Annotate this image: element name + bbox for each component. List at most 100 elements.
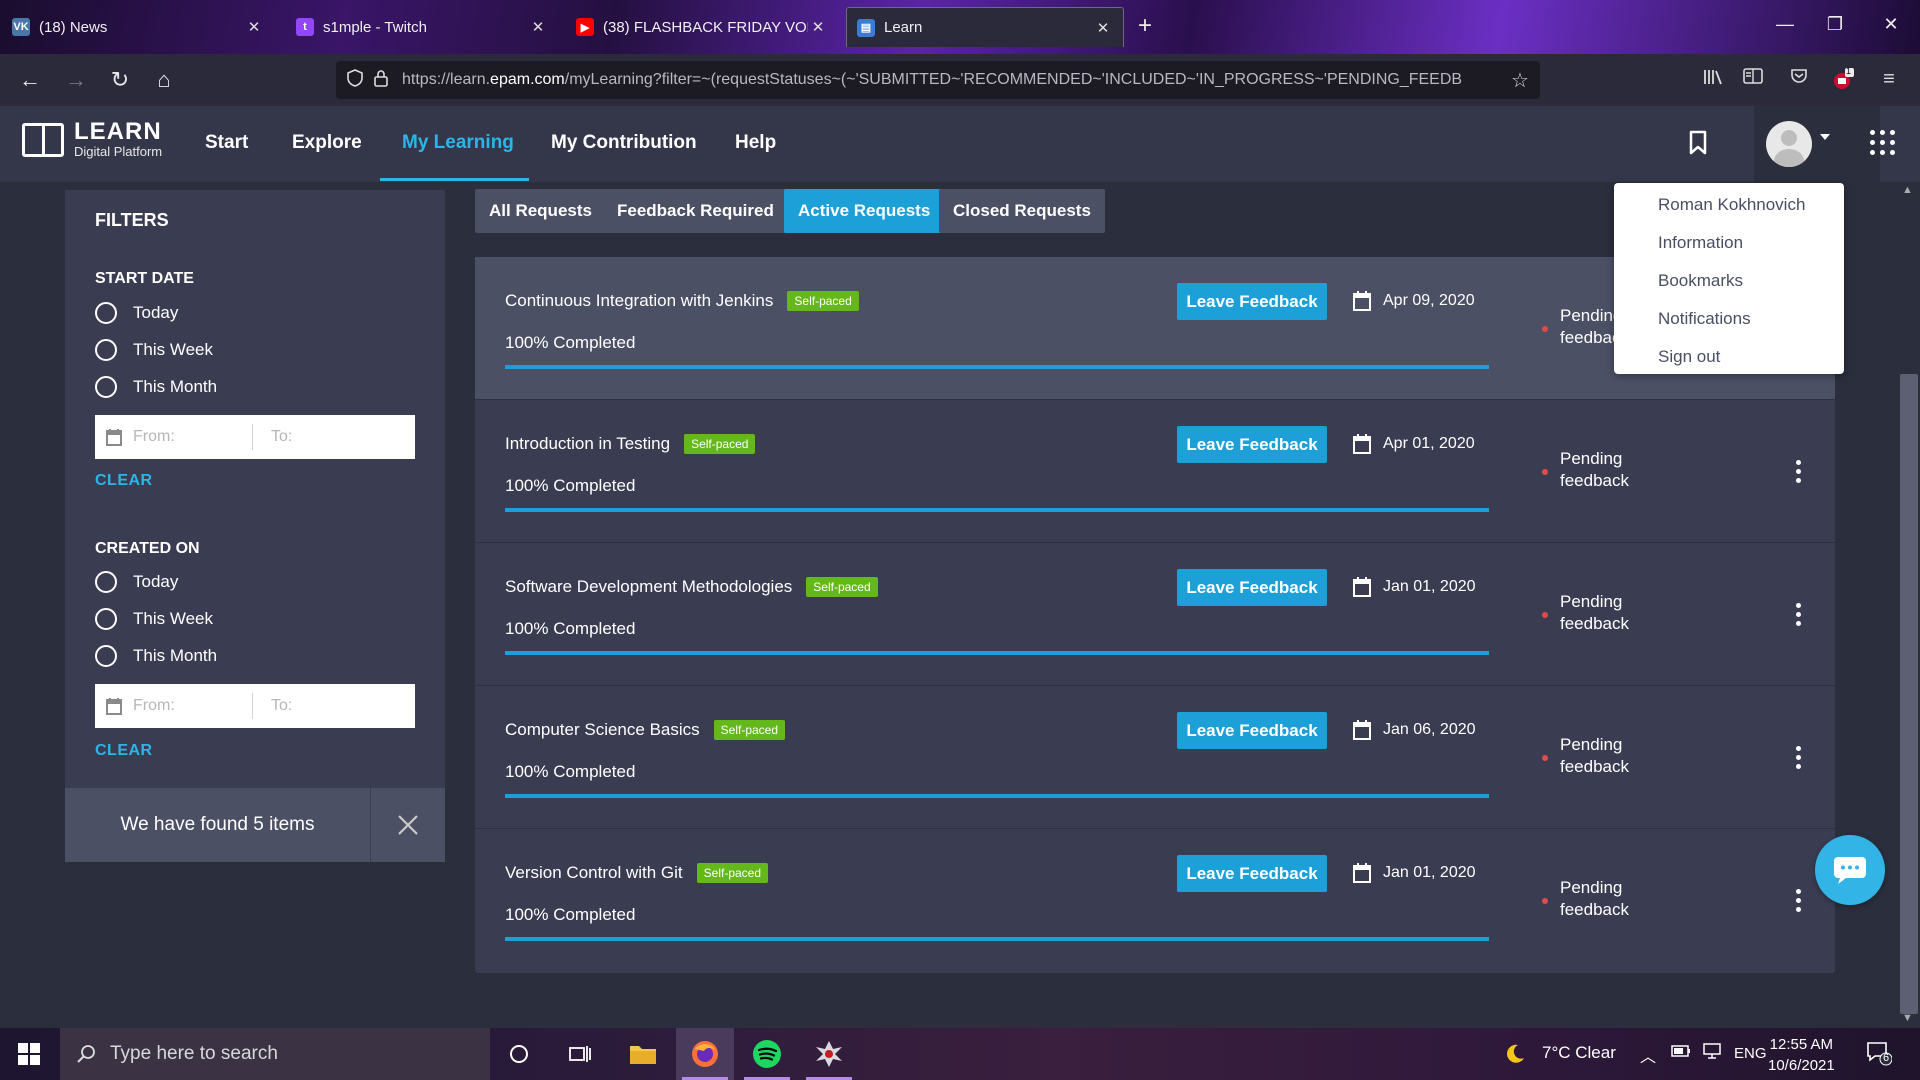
start-date-to-input[interactable]: To: xyxy=(253,428,292,446)
start-date-clear-link[interactable]: CLEAR xyxy=(95,472,153,490)
course-title[interactable]: Introduction in Testing xyxy=(505,434,670,454)
learn-logo[interactable]: LEARN Digital Platform xyxy=(22,120,162,159)
created-on-clear-link[interactable]: CLEAR xyxy=(95,742,153,760)
scrollbar-thumb[interactable] xyxy=(1900,374,1918,1014)
leave-feedback-button[interactable]: Leave Feedback xyxy=(1177,283,1327,320)
close-window-icon[interactable]: ✕ xyxy=(1876,14,1906,35)
chat-icon xyxy=(1834,857,1866,884)
new-tab-button[interactable]: + xyxy=(1138,12,1152,40)
start-date-this-week-radio[interactable]: This Week xyxy=(95,339,213,361)
more-options-icon[interactable] xyxy=(1796,460,1802,487)
weather-moon-icon[interactable] xyxy=(1504,1043,1526,1070)
minimize-icon[interactable]: — xyxy=(1770,14,1800,35)
more-options-icon[interactable] xyxy=(1796,889,1802,916)
leave-feedback-button[interactable]: Leave Feedback xyxy=(1177,569,1327,606)
created-on-to-input[interactable]: To: xyxy=(253,697,292,715)
notification-center-icon[interactable]: 6 xyxy=(1866,1040,1893,1071)
chat-button[interactable] xyxy=(1815,835,1885,905)
leave-feedback-button[interactable]: Leave Feedback xyxy=(1177,712,1327,749)
tab-active-requests[interactable]: Active Requests xyxy=(784,189,945,233)
library-icon[interactable] xyxy=(1700,68,1726,91)
start-date-this-month-radio[interactable]: This Month xyxy=(95,376,217,398)
avatar[interactable] xyxy=(1766,121,1812,167)
tab-all-requests[interactable]: All Requests xyxy=(475,189,606,233)
bookmark-icon[interactable] xyxy=(1688,130,1708,161)
more-options-icon[interactable] xyxy=(1796,603,1802,630)
home-icon[interactable]: ⌂ xyxy=(150,66,178,94)
pocket-icon[interactable] xyxy=(1786,68,1812,89)
request-row[interactable]: Computer Science Basics Self-paced 100% C… xyxy=(475,686,1835,829)
leave-feedback-button[interactable]: Leave Feedback xyxy=(1177,426,1327,463)
page-scrollbar[interactable]: ▲ ▼ xyxy=(1898,182,1920,1028)
system-clock[interactable]: 12:55 AM 10/6/2021 xyxy=(1768,1034,1835,1076)
start-date-from-input[interactable]: From: xyxy=(133,424,253,450)
menu-item-notifications[interactable]: Notifications xyxy=(1614,303,1844,341)
task-view-icon[interactable] xyxy=(551,1028,609,1080)
restore-icon[interactable]: ❐ xyxy=(1820,14,1850,35)
course-title[interactable]: Version Control with Git xyxy=(505,863,683,883)
browser-tab-learn[interactable]: ▤ Learn ✕ xyxy=(846,7,1124,47)
close-icon[interactable] xyxy=(370,788,445,862)
file-explorer-icon[interactable] xyxy=(614,1028,672,1080)
created-on-this-month-radio[interactable]: This Month xyxy=(95,645,217,667)
date-text: Apr 01, 2020 xyxy=(1383,435,1475,452)
request-row[interactable]: Introduction in Testing Self-paced 100% C… xyxy=(475,400,1835,543)
created-on-from-input[interactable]: From: xyxy=(133,693,253,719)
language-indicator[interactable]: ENG xyxy=(1734,1045,1767,1062)
created-on-this-week-radio[interactable]: This Week xyxy=(95,608,213,630)
url-text[interactable]: https://learn.epam.com/myLearning?filter… xyxy=(394,71,1500,89)
course-title[interactable]: Software Development Methodologies xyxy=(505,577,792,597)
forward-icon[interactable]: → xyxy=(62,66,90,94)
progress-text: 100% Completed xyxy=(505,476,636,495)
request-row[interactable]: Software Development Methodologies Self-p… xyxy=(475,543,1835,686)
network-icon[interactable] xyxy=(1702,1043,1722,1064)
menu-item-user-name[interactable]: Roman Kokhnovich xyxy=(1614,189,1844,227)
extension-icon[interactable]: 1 xyxy=(1830,66,1856,95)
show-hidden-icons-icon[interactable]: ︿ xyxy=(1640,1043,1656,1067)
menu-icon[interactable]: ≡ xyxy=(1876,68,1902,91)
more-options-icon[interactable] xyxy=(1796,746,1802,773)
nav-start[interactable]: Start xyxy=(205,132,248,154)
star-icon[interactable]: ☆ xyxy=(1500,68,1540,93)
nav-explore[interactable]: Explore xyxy=(292,132,362,154)
firefox-icon[interactable] xyxy=(676,1028,734,1080)
windows-start-icon[interactable] xyxy=(18,1043,40,1065)
spotify-icon[interactable] xyxy=(738,1028,796,1080)
battery-icon[interactable] xyxy=(1671,1043,1691,1063)
taskbar-search-box[interactable]: Type here to search xyxy=(60,1028,490,1080)
menu-item-bookmarks[interactable]: Bookmarks xyxy=(1614,265,1844,303)
game-app-icon[interactable] xyxy=(800,1028,858,1080)
close-tab-icon[interactable]: ✕ xyxy=(244,18,264,36)
shield-icon[interactable] xyxy=(342,68,368,92)
tab-closed-requests[interactable]: Closed Requests xyxy=(939,189,1105,233)
browser-tab-twitch[interactable]: t s1mple - Twitch ✕ xyxy=(286,7,558,47)
close-tab-icon[interactable]: ✕ xyxy=(528,18,548,36)
lock-icon[interactable] xyxy=(368,69,394,92)
start-date-today-radio[interactable]: Today xyxy=(95,302,178,324)
course-title[interactable]: Continuous Integration with Jenkins xyxy=(505,291,773,311)
request-row[interactable]: Version Control with Git Self-paced 100% … xyxy=(475,829,1835,972)
reader-view-icon[interactable] xyxy=(1740,68,1766,89)
nav-my-learning[interactable]: My Learning xyxy=(402,132,514,154)
close-tab-icon[interactable]: ✕ xyxy=(808,18,828,36)
leave-feedback-button[interactable]: Leave Feedback xyxy=(1177,855,1327,892)
cortana-icon[interactable] xyxy=(490,1028,548,1080)
apps-grid-icon[interactable] xyxy=(1870,130,1896,156)
created-on-today-radio[interactable]: Today xyxy=(95,571,178,593)
nav-help[interactable]: Help xyxy=(735,132,776,154)
reload-icon[interactable]: ↻ xyxy=(106,66,134,94)
course-title[interactable]: Computer Science Basics xyxy=(505,720,700,740)
browser-tab-news[interactable]: VK (18) News ✕ xyxy=(2,7,274,47)
caret-down-icon[interactable] xyxy=(1820,134,1830,140)
back-icon[interactable]: ← xyxy=(16,66,44,94)
nav-my-contribution[interactable]: My Contribution xyxy=(551,132,697,154)
scroll-up-icon[interactable]: ▲ xyxy=(1902,184,1913,196)
browser-tab-youtube[interactable]: ▶ (38) FLASHBACK FRIDAY VOL. 1 ✕ xyxy=(566,7,838,47)
menu-item-information[interactable]: Information xyxy=(1614,227,1844,265)
menu-item-sign-out[interactable]: Sign out xyxy=(1614,341,1844,379)
address-bar[interactable]: https://learn.epam.com/myLearning?filter… xyxy=(336,61,1540,99)
tab-feedback-required[interactable]: Feedback Required xyxy=(603,189,788,233)
scroll-down-icon[interactable]: ▼ xyxy=(1902,1012,1913,1024)
weather-text[interactable]: 7°C Clear xyxy=(1542,1043,1616,1063)
close-tab-icon[interactable]: ✕ xyxy=(1093,19,1113,37)
